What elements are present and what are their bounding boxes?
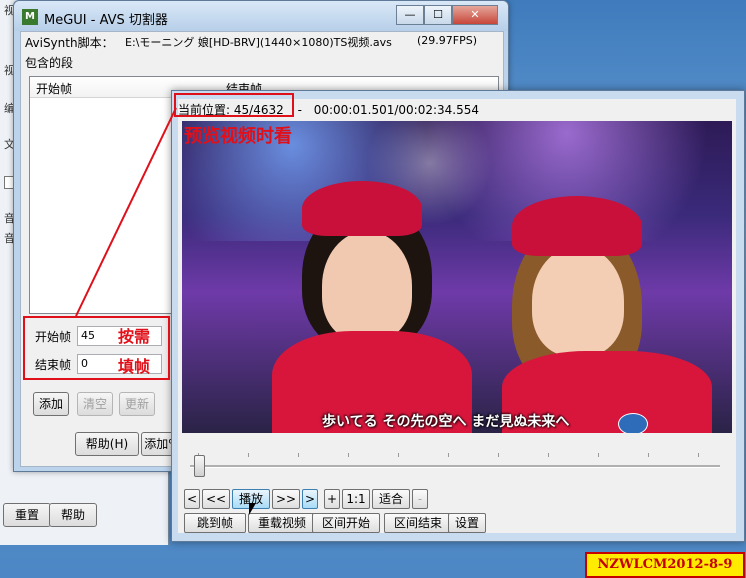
clear-button[interactable]: 清空 [77,392,113,416]
column-start[interactable]: 开始帧 [36,80,72,97]
time-value: 00:00:01.501/00:02:34.554 [313,103,480,117]
channel-logo-icon [618,413,648,433]
add-button[interactable]: 添加 [33,392,69,416]
slider-tick [648,453,649,457]
slider-tick [348,453,349,457]
as-needed-note: 按需 [118,327,151,346]
window-title: MeGUI - AVS 切割器 [44,13,168,28]
preview-window: 当前位置: 45/4632 - 00:00:01.501/00:02:34.55… [171,90,745,542]
slider-tick [248,453,249,457]
fit-button[interactable]: 适合 [372,489,410,509]
mouse-cursor-icon [249,503,256,515]
slider-tick [298,453,299,457]
annotation-connector-line [75,107,177,317]
next-frame-button[interactable]: > [302,489,318,509]
zoom-out-button[interactable]: - [412,489,428,509]
goto-frame-button[interactable]: 跳到帧 [184,513,246,533]
zoom-in-button[interactable]: + [324,489,340,509]
close-button[interactable]: ✕ [452,5,498,25]
slider-tick [498,453,499,457]
zone-end-button[interactable]: 区间结束 [384,513,452,533]
slider-tick [398,453,399,457]
position-highlight-box [174,93,294,117]
reload-video-button[interactable]: 重载视频 [248,513,316,533]
performer-hat [512,196,642,256]
video-subtitle: 歩いてる その先の空へ まだ見ぬ未来へ [322,414,570,430]
rewind-button[interactable]: << [202,489,230,509]
slider-tick [548,453,549,457]
performer-face [322,231,412,341]
settings-button[interactable]: 设置 [448,513,486,533]
performer-face [532,246,624,356]
script-label: AviSynth脚本： [25,36,114,50]
performer-hat [302,181,422,236]
separator: - [297,103,302,117]
fill-frame-note: 填帧 [118,357,151,376]
video-frame[interactable]: 歩いてる その先の空へ まだ見ぬ未来へ [182,121,732,433]
segments-label: 包含的段 [25,56,74,70]
watermark-stamp: NZWLCM2012-8-9 [585,552,745,578]
forward-button[interactable]: >> [272,489,300,509]
fps-value: (29.97FPS) [417,34,478,47]
preview-body: 当前位置: 45/4632 - 00:00:01.501/00:02:34.55… [178,99,736,533]
help-button[interactable]: 帮助(H) [75,432,139,456]
preview-note: 预览视频时看 [184,126,292,147]
reset-button[interactable]: 重置 [3,503,51,527]
maximize-button[interactable]: ☐ [424,5,452,25]
slider-tick [698,453,699,457]
slider-tick [598,453,599,457]
slider-tick [448,453,449,457]
title-bar[interactable]: M MeGUI - AVS 切割器 — ☐ ✕ [14,1,508,31]
seek-slider-track[interactable] [190,465,720,468]
app-icon: M [22,9,38,25]
prev-frame-button[interactable]: < [184,489,200,509]
zone-start-button[interactable]: 区间开始 [312,513,380,533]
update-button[interactable]: 更新 [119,392,155,416]
help-button[interactable]: 帮助 [49,503,97,527]
one-to-one-button[interactable]: 1:1 [342,489,370,509]
seek-slider-thumb[interactable] [194,455,205,477]
minimize-button[interactable]: — [396,5,424,25]
script-path: E:\モーニング 娘[HD-BRV](1440×1080)TS视频.avs [125,36,392,49]
